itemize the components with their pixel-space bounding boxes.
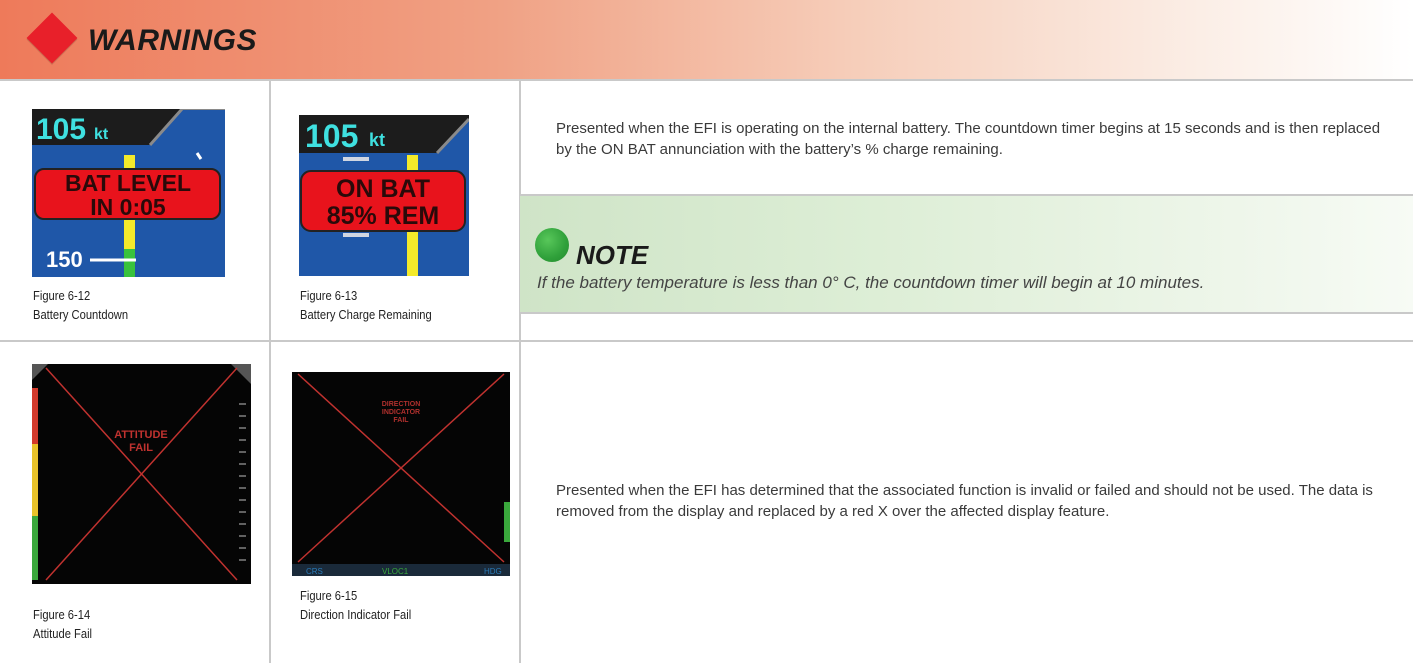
tick-label: 150 [46, 247, 83, 272]
fail-line-2: FAIL [129, 442, 153, 454]
speed-readout: 105 [305, 118, 358, 154]
figure-caption: Figure 6-13 Battery Charge Remaining [300, 286, 432, 324]
figure-attitude-fail: ATTITUDE FAIL [32, 364, 251, 584]
fail-line-1: DIRECTION [382, 401, 421, 408]
figure-caption: Figure 6-12 Battery Countdown [33, 286, 128, 324]
figure-title: Attitude Fail [33, 626, 93, 641]
figure-number: Figure 6-12 [33, 288, 91, 303]
fail-line-1: ATTITUDE [114, 429, 168, 441]
speed-readout: 105 [36, 113, 86, 146]
fail-line-3: FAIL [393, 417, 409, 424]
note-title: NOTE [576, 240, 649, 270]
figure-battery-countdown: 105 kt BAT LEVEL IN 0:05 150 [32, 109, 225, 277]
figure-number: Figure 6-15 [300, 588, 358, 603]
fail-description: Presented when the EFI has determined th… [556, 482, 1373, 520]
divider-row [0, 340, 1413, 342]
hdg-label: HDG [484, 567, 502, 576]
alert-line-2: IN 0:05 [90, 194, 166, 220]
figure-title: Battery Charge Remaining [300, 307, 432, 322]
divider-top [0, 79, 1413, 81]
battery-description: Presented when the EFI is operating on t… [556, 120, 1381, 158]
alert-line-2: 85% REM [327, 202, 440, 230]
crs-label: CRS [306, 567, 323, 576]
divider-col2 [519, 79, 521, 663]
figure-number: Figure 6-14 [33, 607, 91, 622]
figure-caption: Figure 6-14 Attitude Fail [33, 605, 92, 643]
note-box [520, 196, 1413, 312]
alert-line-1: BAT LEVEL [65, 170, 191, 196]
figure-battery-charge: 105 kt ON BAT 85% REM [299, 115, 469, 276]
fail-line-2: INDICATOR [382, 409, 420, 416]
divider-col1 [269, 79, 271, 663]
figure-direction-fail: DIRECTION INDICATOR FAIL CRS VLOC1 HDG [292, 372, 510, 576]
figure-caption: Figure 6-15 Direction Indicator Fail [300, 586, 411, 624]
note-text: If the battery temperature is less than … [537, 273, 1205, 292]
speed-unit: kt [369, 130, 385, 150]
figure-title: Direction Indicator Fail [300, 607, 412, 622]
speed-unit: kt [94, 126, 109, 143]
figure-title: Battery Countdown [33, 307, 129, 322]
figure-number: Figure 6-13 [300, 288, 358, 303]
section-title: WARNINGS [88, 24, 257, 57]
vloc-label: VLOC1 [382, 567, 409, 576]
alert-line-1: ON BAT [336, 175, 430, 203]
note-circle-icon [535, 228, 569, 262]
divider-note-bottom [519, 312, 1413, 314]
